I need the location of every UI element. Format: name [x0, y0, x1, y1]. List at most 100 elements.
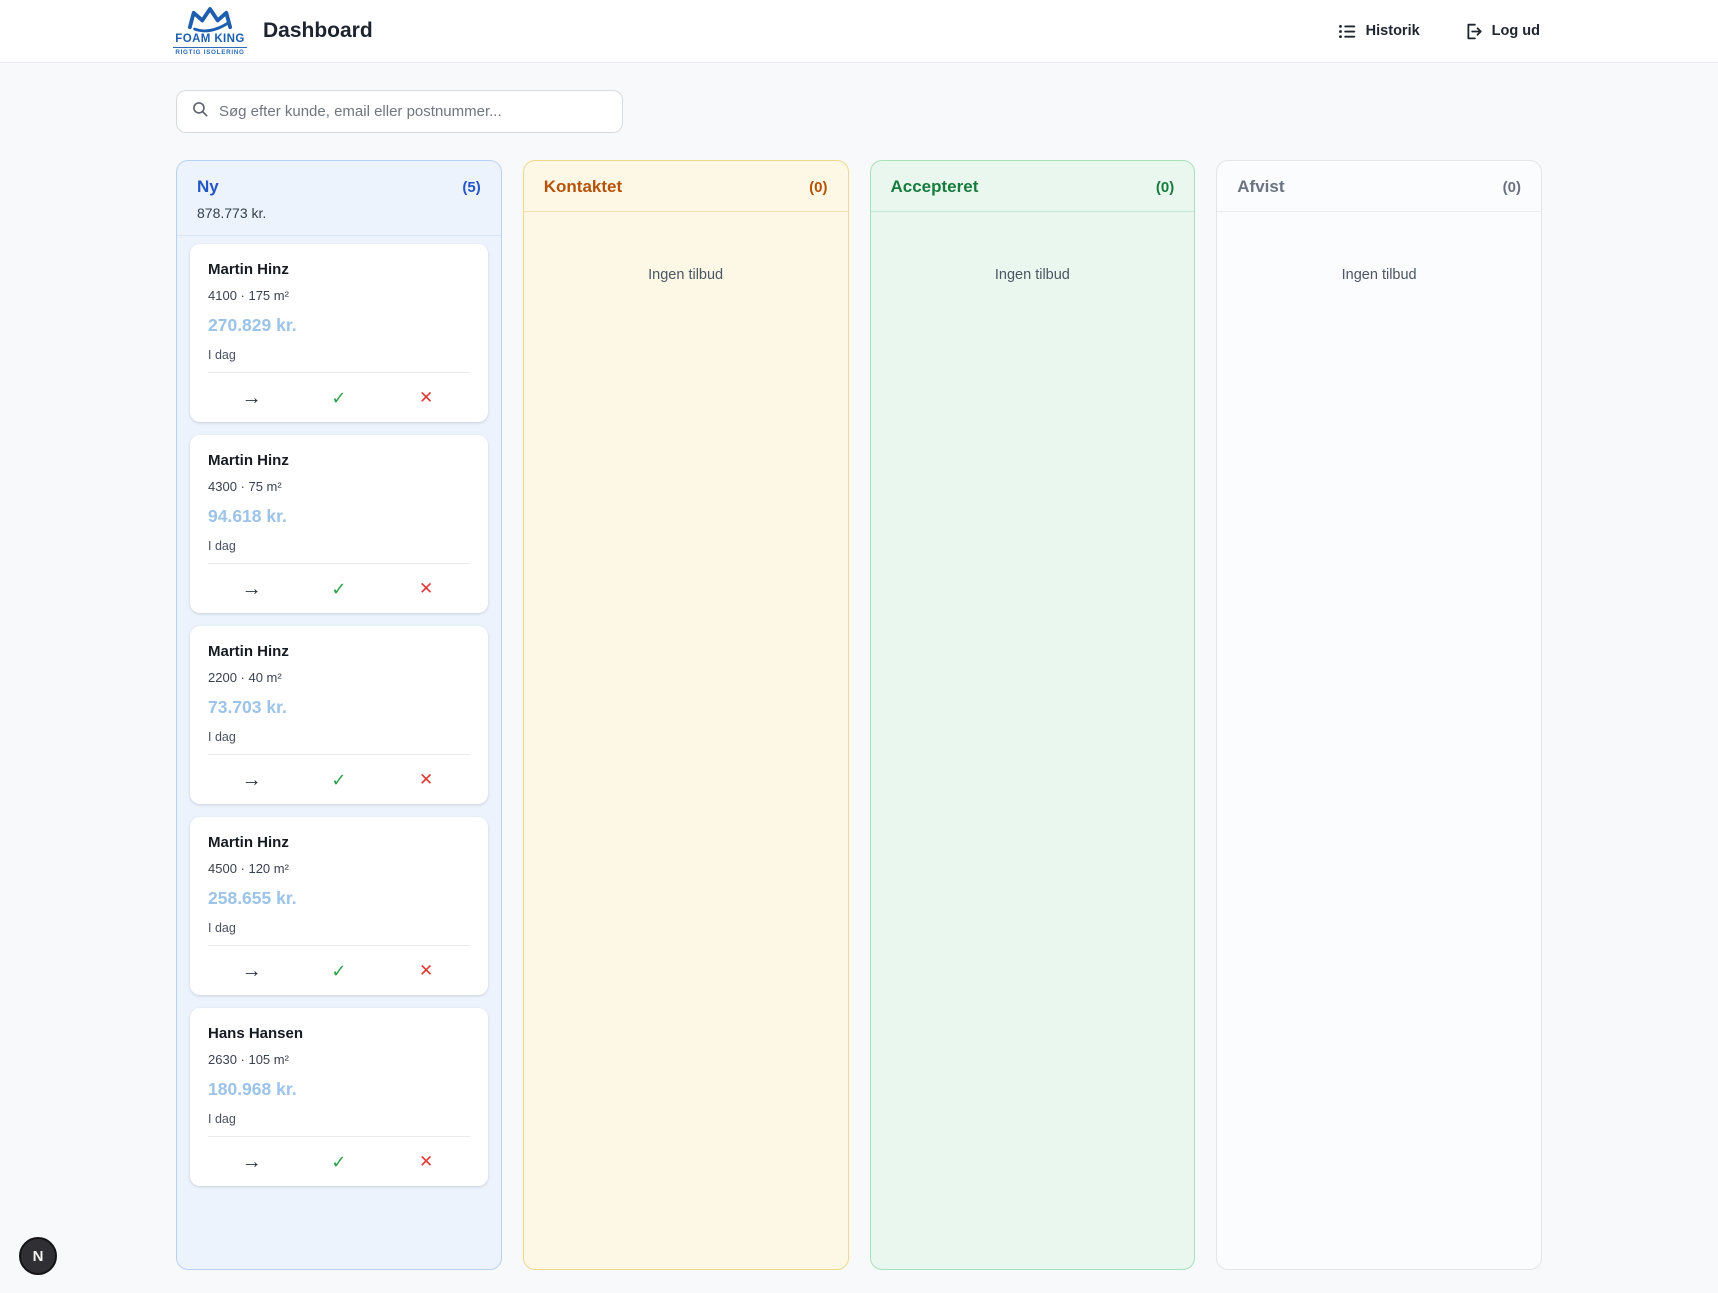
- accept-button[interactable]: ✓: [295, 389, 382, 407]
- foam-king-logo[interactable]: FOAM KING RIGTIG ISOLERING: [173, 6, 247, 57]
- card-price: 73.703 kr.: [208, 697, 470, 718]
- crown-icon: [173, 6, 247, 33]
- search-icon: [191, 100, 209, 123]
- reject-button[interactable]: ✕: [383, 962, 470, 979]
- x-icon: ✕: [419, 771, 433, 788]
- topbar: FOAM KING RIGTIG ISOLERING Dashboard His…: [0, 0, 1718, 63]
- check-icon: ✓: [331, 962, 346, 980]
- logout-button-label: Log ud: [1492, 23, 1540, 39]
- x-icon: ✕: [419, 580, 433, 597]
- offer-card[interactable]: Martin Hinz 2200 · 40 m² 73.703 kr. I da…: [190, 626, 488, 804]
- column-afvist-title: Afvist: [1237, 177, 1284, 197]
- arrow-right-icon: →: [242, 579, 262, 599]
- column-accepteret-title: Accepteret: [891, 177, 979, 197]
- card-meta: 2200 · 40 m²: [208, 670, 470, 685]
- reject-button[interactable]: ✕: [383, 1153, 470, 1170]
- reject-button[interactable]: ✕: [383, 771, 470, 788]
- card-customer-name: Hans Hansen: [208, 1025, 470, 1042]
- card-date: I dag: [208, 1112, 470, 1126]
- card-date: I dag: [208, 539, 470, 553]
- arrow-right-icon: →: [242, 1152, 262, 1172]
- column-accepteret-count: (0): [1156, 179, 1174, 196]
- page-title: Dashboard: [263, 19, 373, 43]
- logout-icon: [1464, 22, 1483, 41]
- accept-button[interactable]: ✓: [295, 962, 382, 980]
- offer-card[interactable]: Martin Hinz 4500 · 120 m² 258.655 kr. I …: [190, 817, 488, 995]
- column-ny-total: 878.773 kr.: [197, 205, 481, 221]
- column-kontaktet: Kontaktet (0) Ingen tilbud: [523, 160, 849, 1270]
- column-kontaktet-header: Kontaktet (0): [524, 161, 848, 212]
- kanban-board: Ny (5) 878.773 kr. Martin Hinz 4100 · 17…: [176, 160, 1542, 1270]
- column-ny-count: (5): [462, 179, 480, 196]
- arrow-right-icon: →: [242, 770, 262, 790]
- card-actions: → ✓ ✕: [208, 755, 470, 804]
- column-ny: Ny (5) 878.773 kr. Martin Hinz 4100 · 17…: [176, 160, 502, 1270]
- column-kontaktet-title: Kontaktet: [544, 177, 622, 197]
- card-meta: 4300 · 75 m²: [208, 479, 470, 494]
- column-ny-cards: Martin Hinz 4100 · 175 m² 270.829 kr. I …: [177, 236, 501, 1199]
- x-icon: ✕: [419, 962, 433, 979]
- card-price: 258.655 kr.: [208, 888, 470, 909]
- offer-card[interactable]: Martin Hinz 4300 · 75 m² 94.618 kr. I da…: [190, 435, 488, 613]
- card-date: I dag: [208, 348, 470, 362]
- logout-button[interactable]: Log ud: [1464, 22, 1540, 41]
- card-actions: → ✓ ✕: [208, 373, 470, 422]
- check-icon: ✓: [331, 389, 346, 407]
- card-meta: 4500 · 120 m²: [208, 861, 470, 876]
- x-icon: ✕: [419, 389, 433, 406]
- column-afvist-count: (0): [1503, 179, 1521, 196]
- reject-button[interactable]: ✕: [383, 580, 470, 597]
- history-button-label: Historik: [1366, 23, 1420, 39]
- card-meta: 4100 · 175 m²: [208, 288, 470, 303]
- floating-badge[interactable]: N: [19, 1237, 57, 1275]
- forward-button[interactable]: →: [208, 579, 295, 599]
- card-meta: 2630 · 105 m²: [208, 1052, 470, 1067]
- card-customer-name: Martin Hinz: [208, 261, 470, 278]
- column-ny-title: Ny: [197, 177, 219, 197]
- check-icon: ✓: [331, 771, 346, 789]
- card-customer-name: Martin Hinz: [208, 643, 470, 660]
- search-bar[interactable]: [176, 90, 623, 133]
- accept-button[interactable]: ✓: [295, 580, 382, 598]
- arrow-right-icon: →: [242, 388, 262, 408]
- empty-state: Ingen tilbud: [871, 212, 1195, 283]
- check-icon: ✓: [331, 580, 346, 598]
- card-customer-name: Martin Hinz: [208, 834, 470, 851]
- offer-card[interactable]: Hans Hansen 2630 · 105 m² 180.968 kr. I …: [190, 1008, 488, 1186]
- accept-button[interactable]: ✓: [295, 1153, 382, 1171]
- forward-button[interactable]: →: [208, 961, 295, 981]
- card-price: 180.968 kr.: [208, 1079, 470, 1100]
- card-price: 94.618 kr.: [208, 506, 470, 527]
- card-actions: → ✓ ✕: [208, 1137, 470, 1186]
- card-actions: → ✓ ✕: [208, 564, 470, 613]
- empty-state: Ingen tilbud: [524, 212, 848, 283]
- card-actions: → ✓ ✕: [208, 946, 470, 995]
- offer-card[interactable]: Martin Hinz 4100 · 175 m² 270.829 kr. I …: [190, 244, 488, 422]
- column-afvist: Afvist (0) Ingen tilbud: [1216, 160, 1542, 1270]
- column-ny-header: Ny (5) 878.773 kr.: [177, 161, 501, 236]
- column-accepteret: Accepteret (0) Ingen tilbud: [870, 160, 1196, 1270]
- empty-state: Ingen tilbud: [1217, 212, 1541, 283]
- x-icon: ✕: [419, 1153, 433, 1170]
- floating-badge-label: N: [33, 1248, 44, 1265]
- forward-button[interactable]: →: [208, 1152, 295, 1172]
- check-icon: ✓: [331, 1153, 346, 1171]
- column-kontaktet-count: (0): [809, 179, 827, 196]
- history-list-icon: [1338, 22, 1357, 41]
- reject-button[interactable]: ✕: [383, 389, 470, 406]
- card-customer-name: Martin Hinz: [208, 452, 470, 469]
- column-accepteret-header: Accepteret (0): [871, 161, 1195, 212]
- search-input[interactable]: [219, 103, 608, 120]
- history-button[interactable]: Historik: [1338, 22, 1420, 41]
- card-date: I dag: [208, 921, 470, 935]
- card-price: 270.829 kr.: [208, 315, 470, 336]
- logo-tagline: RIGTIG ISOLERING: [173, 47, 247, 56]
- accept-button[interactable]: ✓: [295, 771, 382, 789]
- forward-button[interactable]: →: [208, 388, 295, 408]
- logo-name: FOAM KING: [173, 34, 247, 46]
- forward-button[interactable]: →: [208, 770, 295, 790]
- arrow-right-icon: →: [242, 961, 262, 981]
- card-date: I dag: [208, 730, 470, 744]
- topbar-actions: Historik Log ud: [1338, 22, 1540, 41]
- column-afvist-header: Afvist (0): [1217, 161, 1541, 212]
